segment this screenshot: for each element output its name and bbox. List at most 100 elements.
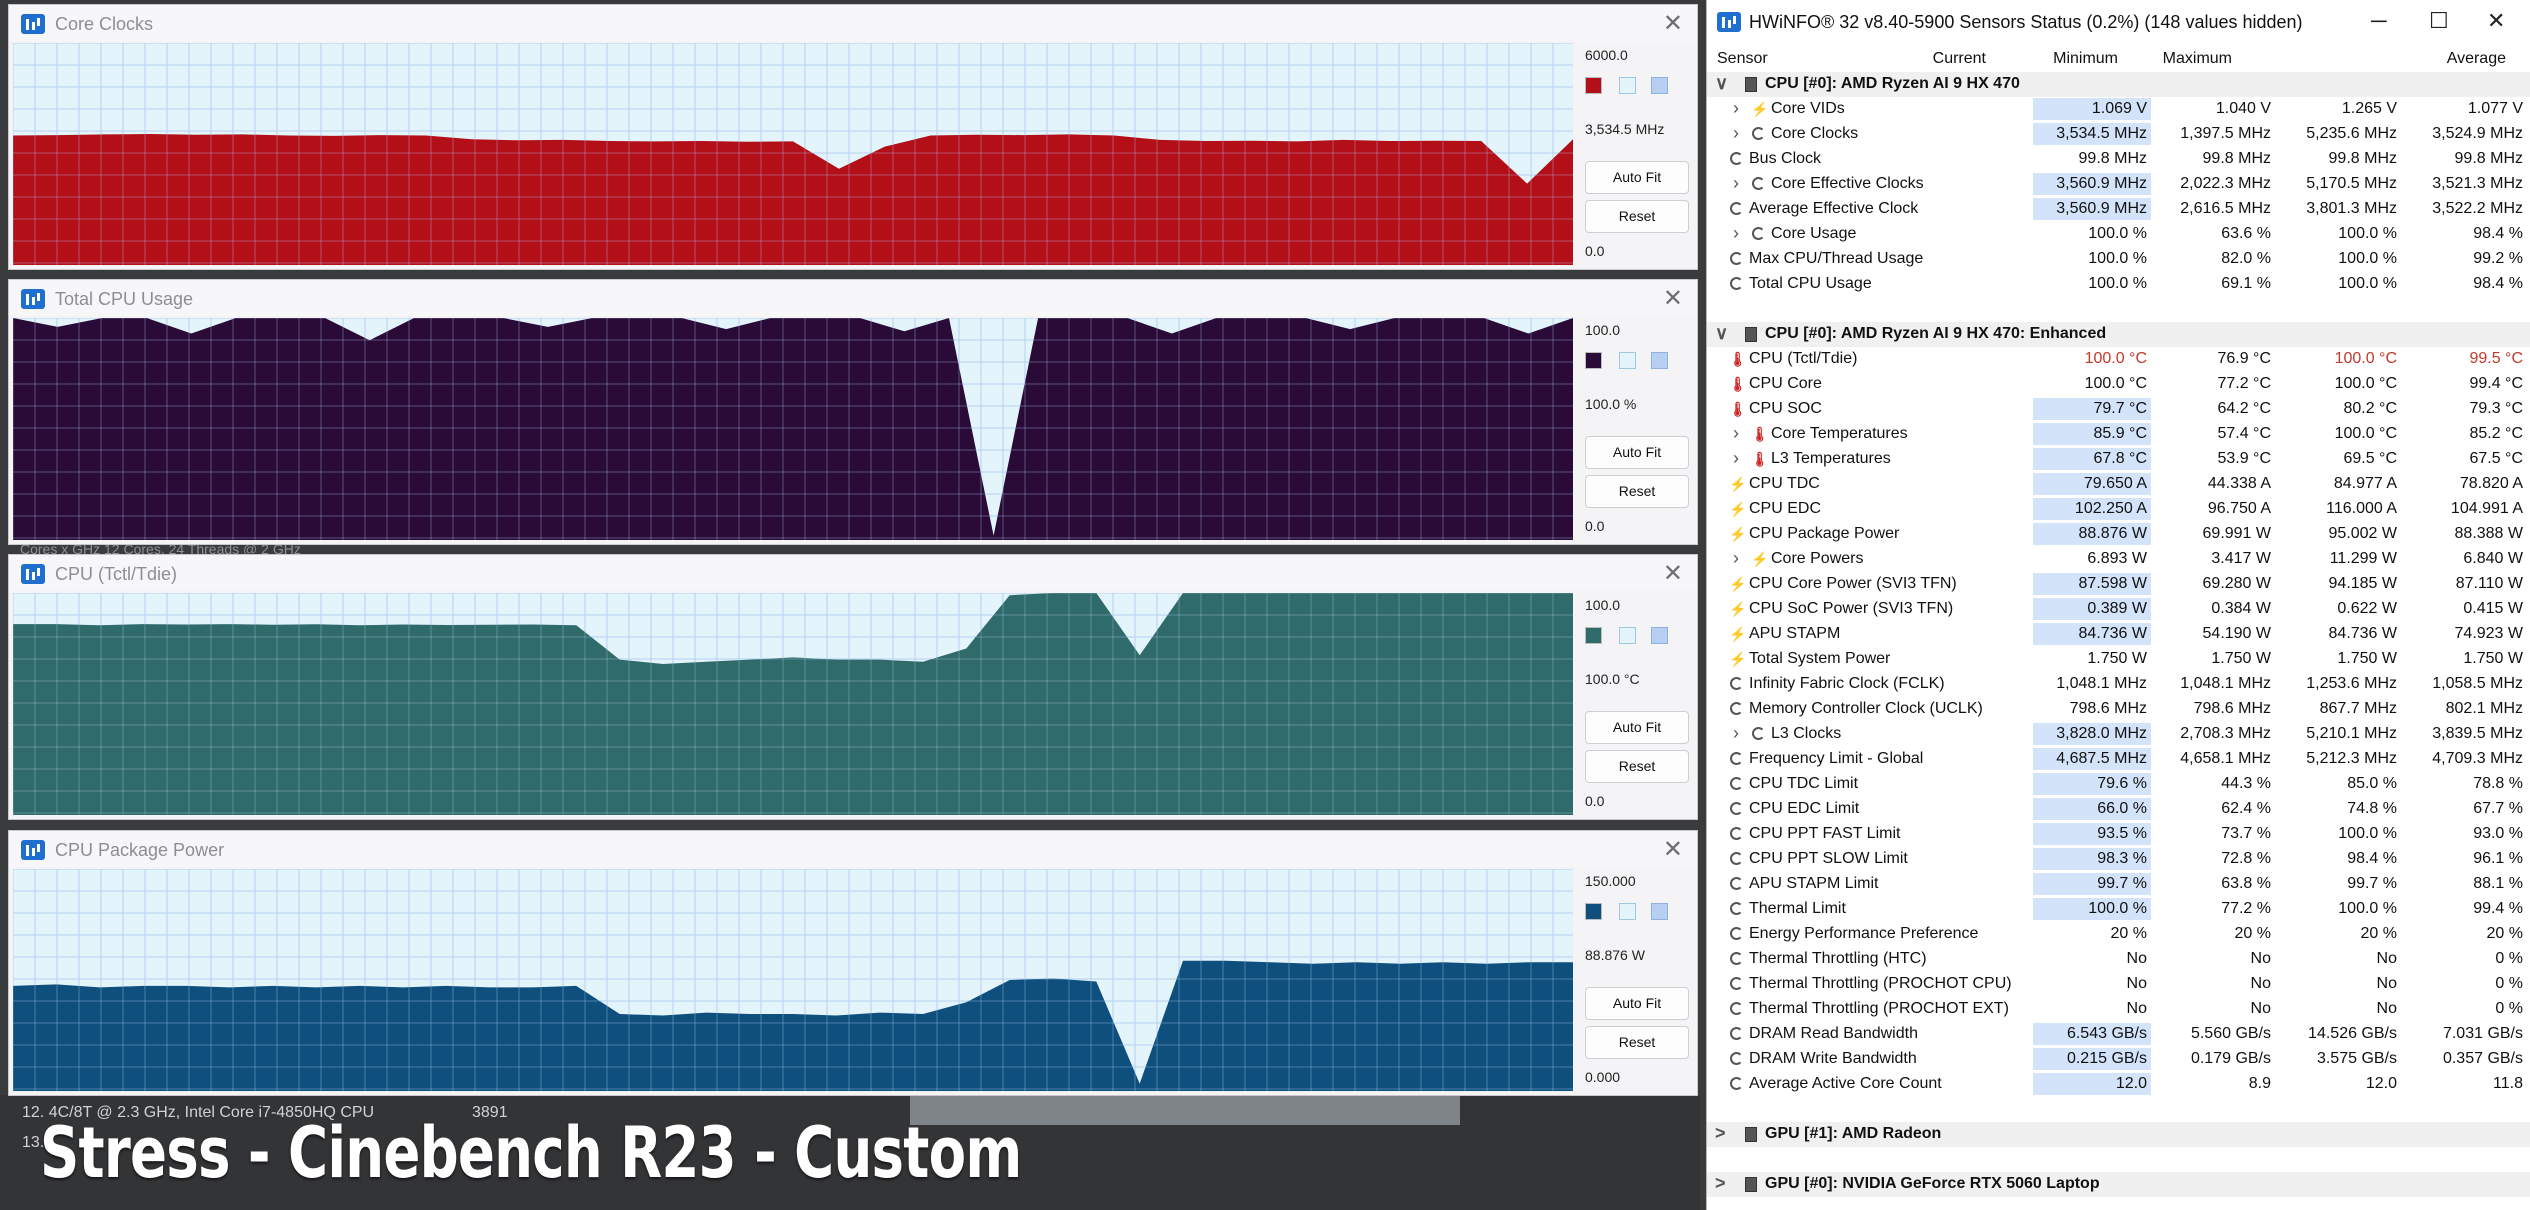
sensor-row[interactable]: Frequency Limit - Global 4,687.5 MHz 4,6… xyxy=(1707,747,2530,772)
sensor-row[interactable]: › 🌡 L3 Temperatures 67.8 °C 53.9 °C 69.5… xyxy=(1707,447,2530,472)
graph-color-swatch[interactable] xyxy=(1585,627,1602,644)
graph-color-swatch[interactable] xyxy=(1585,77,1602,94)
chevron-right-icon[interactable]: › xyxy=(1733,723,1739,744)
sensor-row[interactable]: › ⚡ Core VIDs 1.069 V 1.040 V 1.265 V 1.… xyxy=(1707,97,2530,122)
sensor-row[interactable]: Bus Clock 99.8 MHz 99.8 MHz 99.8 MHz 99.… xyxy=(1707,147,2530,172)
reset-button[interactable]: Reset xyxy=(1585,200,1689,233)
sensor-row[interactable]: 🌡 CPU Core 100.0 °C 77.2 °C 100.0 °C 99.… xyxy=(1707,372,2530,397)
reset-button[interactable]: Reset xyxy=(1585,1026,1689,1059)
header-average[interactable]: Average xyxy=(2447,50,2506,68)
grid-color-swatch[interactable] xyxy=(1651,352,1668,369)
sensor-group-header[interactable]: ∨ CPU [#0]: AMD Ryzen AI 9 HX 470 xyxy=(1707,72,2530,97)
sensor-row[interactable]: DRAM Read Bandwidth 6.543 GB/s 5.560 GB/… xyxy=(1707,1022,2530,1047)
background-color-swatch[interactable] xyxy=(1619,77,1636,94)
sensor-row[interactable]: Average Effective Clock 3,560.9 MHz 2,61… xyxy=(1707,197,2530,222)
graph-title-bar[interactable]: Core Clocks ✕ xyxy=(9,5,1697,41)
chevron-right-icon[interactable]: › xyxy=(1733,123,1739,144)
expand-icon[interactable]: ∨ xyxy=(1715,323,1728,344)
sensor-group-header[interactable]: ∨ CPU [#0]: AMD Ryzen AI 9 HX 470: Enhan… xyxy=(1707,322,2530,347)
auto-fit-button[interactable]: Auto Fit xyxy=(1585,711,1689,744)
sensor-row[interactable]: › L3 Clocks 3,828.0 MHz 2,708.3 MHz 5,21… xyxy=(1707,722,2530,747)
auto-fit-button[interactable]: Auto Fit xyxy=(1585,987,1689,1020)
sensor-row[interactable]: › Core Effective Clocks 3,560.9 MHz 2,02… xyxy=(1707,172,2530,197)
expand-icon[interactable]: > xyxy=(1715,1173,1726,1194)
sensor-maximum: 116.000 A xyxy=(2326,500,2397,517)
sensor-row[interactable]: Infinity Fabric Clock (FCLK) 1,048.1 MHz… xyxy=(1707,672,2530,697)
clock-icon xyxy=(1729,802,1743,817)
header-current[interactable]: Current xyxy=(1933,50,1986,68)
sensor-maximum: 84.736 W xyxy=(2328,625,2397,642)
graph-svg xyxy=(13,593,1573,815)
close-icon[interactable]: ✕ xyxy=(1663,835,1683,864)
close-icon[interactable]: ✕ xyxy=(1663,284,1683,313)
graph-title-bar[interactable]: CPU Package Power ✕ xyxy=(9,831,1697,867)
reset-button[interactable]: Reset xyxy=(1585,475,1689,508)
chevron-right-icon[interactable]: › xyxy=(1733,548,1739,569)
sensor-row[interactable]: › ⚡ Core Powers 6.893 W 3.417 W 11.299 W… xyxy=(1707,547,2530,572)
grid-color-swatch[interactable] xyxy=(1651,627,1668,644)
chevron-right-icon[interactable]: › xyxy=(1733,98,1739,119)
chevron-right-icon[interactable]: › xyxy=(1733,173,1739,194)
background-color-swatch[interactable] xyxy=(1619,903,1636,920)
graph-title-bar[interactable]: CPU (Tctl/Tdie) ✕ xyxy=(9,555,1697,591)
chevron-right-icon[interactable]: › xyxy=(1733,423,1739,444)
sensor-row[interactable]: ⚡ CPU EDC 102.250 A 96.750 A 116.000 A 1… xyxy=(1707,497,2530,522)
close-icon[interactable]: ✕ xyxy=(1663,9,1683,38)
sensor-row[interactable]: Thermal Throttling (HTC) No No No 0 % xyxy=(1707,947,2530,972)
close-icon[interactable]: ✕ xyxy=(2487,8,2505,34)
sensor-row[interactable]: Average Active Core Count 12.0 8.9 12.0 … xyxy=(1707,1072,2530,1097)
chevron-right-icon[interactable]: › xyxy=(1733,448,1739,469)
sensor-row[interactable]: APU STAPM Limit 99.7 % 63.8 % 99.7 % 88.… xyxy=(1707,872,2530,897)
sensor-row[interactable]: ⚡ Total System Power 1.750 W 1.750 W 1.7… xyxy=(1707,647,2530,672)
graph-title-bar[interactable]: Total CPU Usage ✕ xyxy=(9,280,1697,316)
header-sensor[interactable]: Sensor xyxy=(1717,50,1768,68)
minimize-icon[interactable]: ─ xyxy=(2371,8,2387,34)
sensor-average: 98.4 % xyxy=(2473,275,2523,292)
auto-fit-button[interactable]: Auto Fit xyxy=(1585,161,1689,194)
sensor-group-header[interactable]: > GPU [#0]: NVIDIA GeForce RTX 5060 Lapt… xyxy=(1707,1172,2530,1197)
sensor-row[interactable]: 🌡 CPU (Tctl/Tdie) 100.0 °C 76.9 °C 100.0… xyxy=(1707,347,2530,372)
background-color-swatch[interactable] xyxy=(1619,627,1636,644)
chevron-right-icon[interactable]: › xyxy=(1733,223,1739,244)
graph-color-swatch[interactable] xyxy=(1585,903,1602,920)
header-minimum[interactable]: Minimum xyxy=(2053,50,2118,68)
sensor-row[interactable]: › Core Usage 100.0 % 63.6 % 100.0 % 98.4… xyxy=(1707,222,2530,247)
sensor-row[interactable]: › Core Clocks 3,534.5 MHz 1,397.5 MHz 5,… xyxy=(1707,122,2530,147)
sensor-row[interactable]: 🌡 CPU SOC 79.7 °C 64.2 °C 80.2 °C 79.3 °… xyxy=(1707,397,2530,422)
sensor-row[interactable]: Energy Performance Preference 20 % 20 % … xyxy=(1707,922,2530,947)
title-bar[interactable]: HWiNFO® 32 v8.40-5900 Sensors Status (0.… xyxy=(1707,0,2530,44)
sensor-group-header[interactable]: > GPU [#1]: AMD Radeon xyxy=(1707,1122,2530,1147)
sensor-row[interactable]: › 🌡 Core Temperatures 85.9 °C 57.4 °C 10… xyxy=(1707,422,2530,447)
expand-icon[interactable]: > xyxy=(1715,1123,1726,1144)
close-icon[interactable]: ✕ xyxy=(1663,559,1683,588)
sensor-row[interactable]: CPU TDC Limit 79.6 % 44.3 % 85.0 % 78.8 … xyxy=(1707,772,2530,797)
background-color-swatch[interactable] xyxy=(1619,352,1636,369)
power-bolt-icon: ⚡ xyxy=(1751,101,1769,117)
sensor-average: 78.8 % xyxy=(2473,775,2523,792)
sensor-row[interactable]: Thermal Limit 100.0 % 77.2 % 100.0 % 99.… xyxy=(1707,897,2530,922)
sensor-row[interactable]: ⚡ CPU TDC 79.650 A 44.338 A 84.977 A 78.… xyxy=(1707,472,2530,497)
sensor-row[interactable]: Memory Controller Clock (UCLK) 798.6 MHz… xyxy=(1707,697,2530,722)
reset-button[interactable]: Reset xyxy=(1585,750,1689,783)
sensor-row[interactable]: ⚡ CPU Package Power 88.876 W 69.991 W 95… xyxy=(1707,522,2530,547)
sensor-row[interactable]: CPU PPT SLOW Limit 98.3 % 72.8 % 98.4 % … xyxy=(1707,847,2530,872)
sensor-row[interactable]: CPU EDC Limit 66.0 % 62.4 % 74.8 % 67.7 … xyxy=(1707,797,2530,822)
sensor-row[interactable]: Thermal Throttling (PROCHOT CPU) No No N… xyxy=(1707,972,2530,997)
sensor-row[interactable]: CPU PPT FAST Limit 93.5 % 73.7 % 100.0 %… xyxy=(1707,822,2530,847)
expand-icon[interactable]: ∨ xyxy=(1715,73,1728,94)
grid-color-swatch[interactable] xyxy=(1651,903,1668,920)
sensor-average: 78.820 A xyxy=(2459,475,2523,492)
sensor-row[interactable]: ⚡ APU STAPM 84.736 W 54.190 W 84.736 W 7… xyxy=(1707,622,2530,647)
sensor-row[interactable]: DRAM Write Bandwidth 0.215 GB/s 0.179 GB… xyxy=(1707,1047,2530,1072)
auto-fit-button[interactable]: Auto Fit xyxy=(1585,436,1689,469)
sensor-row[interactable]: Total CPU Usage 100.0 % 69.1 % 100.0 % 9… xyxy=(1707,272,2530,297)
grid-color-swatch[interactable] xyxy=(1651,77,1668,94)
header-maximum[interactable]: Maximum xyxy=(2163,50,2232,68)
sensor-row[interactable]: ⚡ CPU Core Power (SVI3 TFN) 87.598 W 69.… xyxy=(1707,572,2530,597)
sensor-current: 66.0 % xyxy=(2033,798,2151,820)
maximize-icon[interactable]: ☐ xyxy=(2429,8,2449,34)
sensor-row[interactable]: ⚡ CPU SoC Power (SVI3 TFN) 0.389 W 0.384… xyxy=(1707,597,2530,622)
graph-color-swatch[interactable] xyxy=(1585,352,1602,369)
sensor-row[interactable]: Thermal Throttling (PROCHOT EXT) No No N… xyxy=(1707,997,2530,1022)
sensor-row[interactable]: Max CPU/Thread Usage 100.0 % 82.0 % 100.… xyxy=(1707,247,2530,272)
